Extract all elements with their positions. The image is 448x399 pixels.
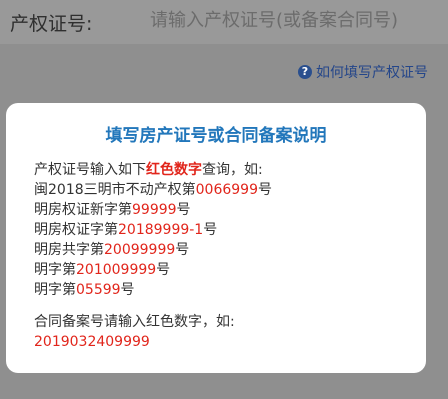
intro-text-end: 查询，如: [202, 162, 263, 178]
example-number: 20189999-1 [118, 222, 204, 238]
example-line: 明房共字第20099999号 [34, 240, 398, 260]
question-circle-icon: ? [298, 65, 312, 79]
intro-highlight: 红色数字 [146, 162, 202, 178]
example-suffix: 号 [175, 242, 190, 258]
example-line: 明字第05599号 [34, 280, 398, 300]
contract-instruction: 合同备案号请输入红色数字，如: [34, 314, 235, 330]
intro-line: 产权证号输入如下红色数字查询，如: [34, 160, 398, 180]
example-prefix: 明字第 [34, 262, 76, 278]
example-number: 201009999 [76, 262, 157, 278]
example-suffix: 号 [120, 282, 135, 298]
example-suffix: 号 [258, 182, 272, 198]
example-prefix: 明字第 [34, 282, 76, 298]
example-line: 明房权证字第20189999-1号 [34, 220, 398, 240]
example-suffix: 号 [203, 222, 218, 238]
instructions-dialog: 填写房产证号或合同备案说明 产权证号输入如下红色数字查询，如: 闽2018三明市… [6, 103, 426, 373]
example-number: 20099999 [104, 242, 176, 258]
property-cert-field-row: 产权证号: [0, 0, 448, 44]
example-prefix: 明房权证字第 [34, 222, 118, 238]
example-number: 99999 [132, 202, 177, 218]
example-number: 05599 [76, 282, 121, 298]
contract-example-number: 2019032409999 [34, 334, 150, 350]
how-to-fill-link[interactable]: ? 如何填写产权证号 [298, 62, 428, 82]
example-prefix: 闽2018三明市不动产权第 [34, 182, 196, 198]
intro-text: 产权证号输入如下 [34, 162, 146, 178]
example-suffix: 号 [156, 262, 171, 278]
example-line: 闽2018三明市不动产权第0066999号 [34, 180, 398, 200]
how-to-fill-label: 如何填写产权证号 [316, 65, 428, 81]
property-cert-input[interactable] [150, 8, 440, 32]
example-line: 明字第201009999号 [34, 260, 398, 280]
example-prefix: 明房共字第 [34, 242, 104, 258]
example-line: 明房权证新字第99999号 [34, 200, 398, 220]
example-suffix: 号 [176, 202, 191, 218]
example-number: 0066999 [195, 182, 258, 198]
property-cert-label: 产权证号: [10, 13, 93, 35]
example-prefix: 明房权证新字第 [34, 202, 132, 218]
dialog-title: 填写房产证号或合同备案说明 [105, 126, 327, 146]
